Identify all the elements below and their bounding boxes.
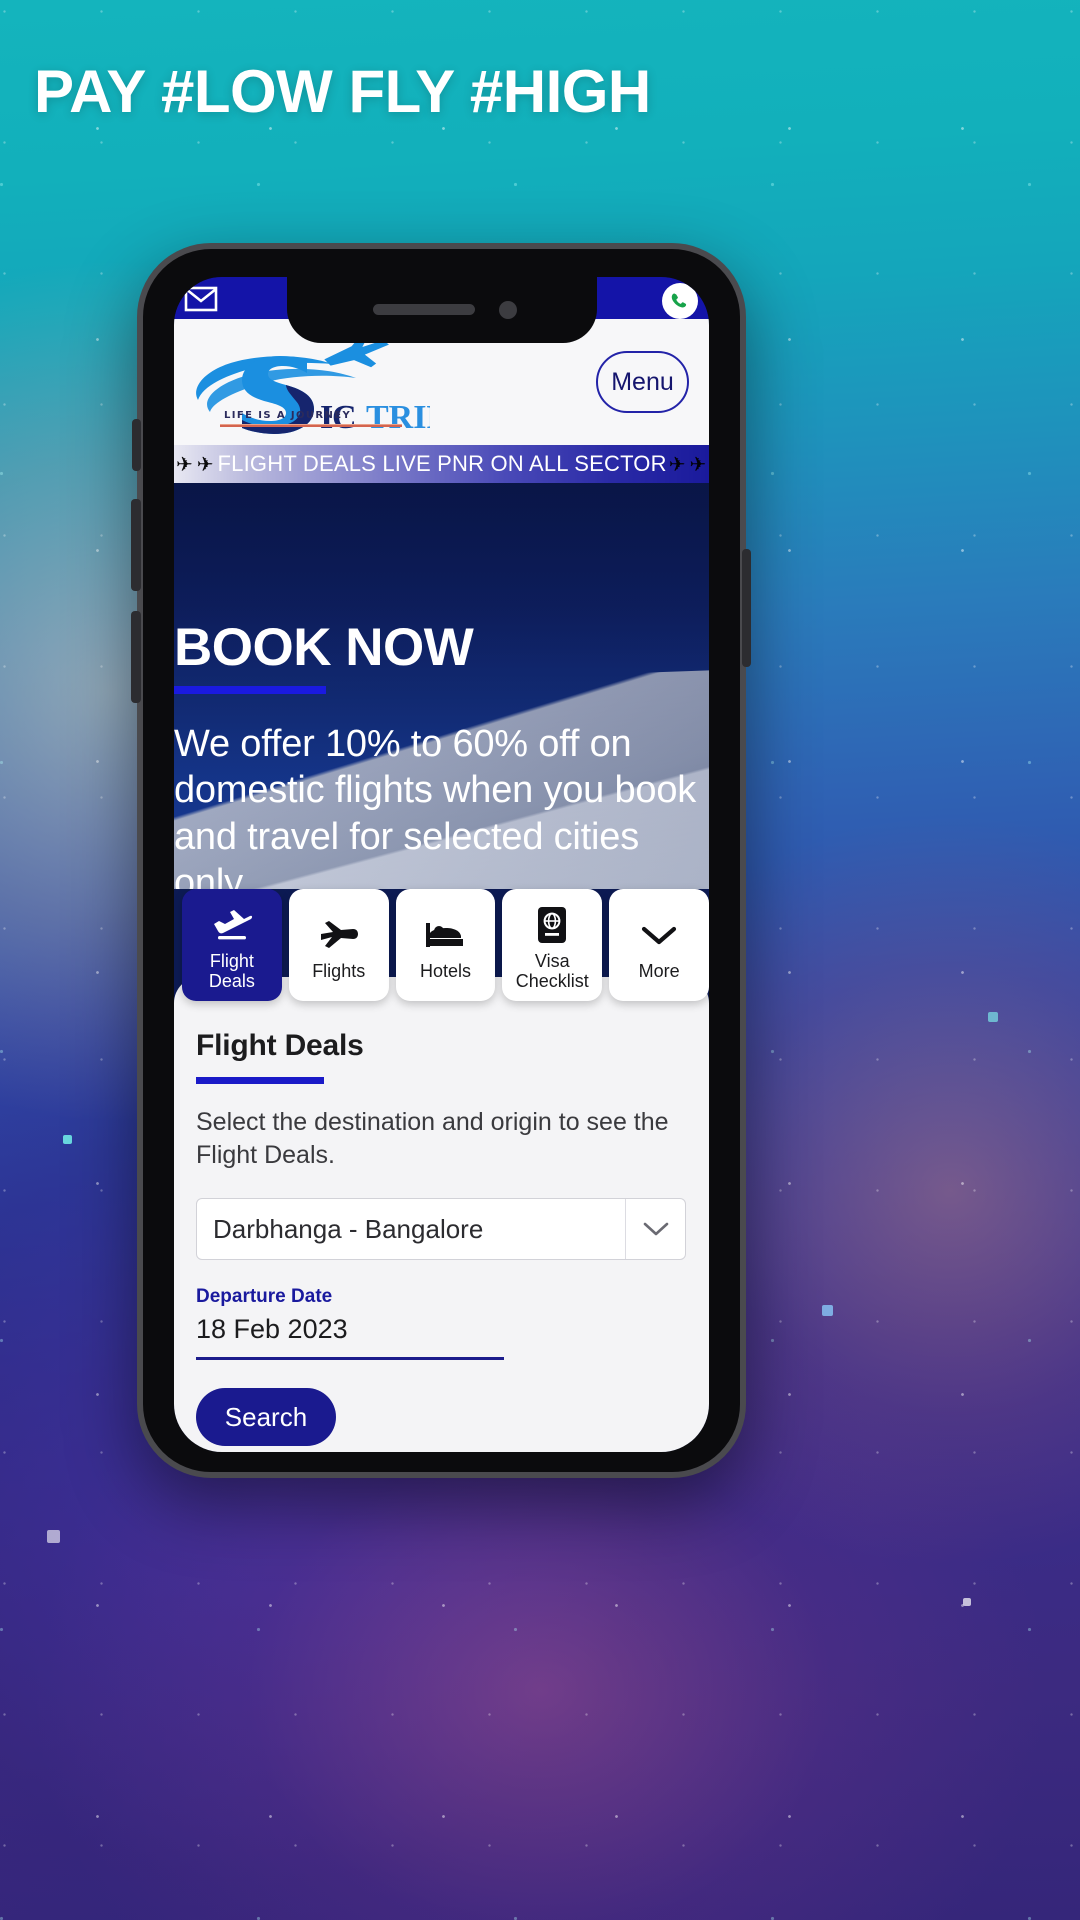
airplane-icon	[319, 915, 359, 955]
mail-icon[interactable]	[184, 285, 218, 318]
whatsapp-icon[interactable]	[661, 282, 699, 325]
logo-tagline: LIFE IS A JOURNEY	[224, 410, 352, 421]
tab-hotels[interactable]: Hotels	[395, 889, 496, 1001]
bed-icon	[424, 915, 466, 955]
tab-label: Visa Checklist	[515, 950, 589, 991]
plane-icon: ✈	[196, 453, 214, 476]
chevron-down-icon[interactable]	[625, 1199, 685, 1259]
hero-title: BOOK NOW	[174, 618, 474, 677]
phone-volume-down-button	[131, 611, 141, 703]
speckle	[963, 1598, 971, 1606]
route-select[interactable]: Darbhanga - Bangalore	[196, 1198, 686, 1260]
tab-label: Hotels	[419, 960, 471, 981]
speckle	[822, 1305, 833, 1316]
tab-flight-deals[interactable]: Flight Deals	[182, 889, 282, 1001]
panel-title: Flight Deals	[196, 1029, 364, 1062]
phone-front-camera	[498, 301, 517, 319]
tab-flights[interactable]: Flights	[288, 889, 389, 1001]
tab-label: Flight Deals	[208, 950, 255, 991]
tab-label: More	[638, 960, 680, 981]
logo-underline	[220, 424, 402, 427]
svg-text:TRIP: TRIP	[366, 399, 430, 436]
promo-marquee: ✈ ✈ FLIGHT DEALS LIVE PNR ON ALL SECTOR …	[174, 445, 709, 483]
panel-title-underline	[196, 1077, 324, 1084]
phone-volume-up-button	[131, 499, 141, 591]
speckle	[47, 1530, 60, 1543]
speckle	[63, 1135, 72, 1144]
phone-mute-switch	[132, 419, 141, 471]
panel-subtitle: Select the destination and origin to see…	[196, 1108, 669, 1169]
phone-mockup: I C TRIP LIFE IS A JOURNEY Menu ✈ ✈ FLIG…	[131, 243, 751, 1478]
hero-section: BOOK NOW We offer 10% to 60% off on dome…	[174, 483, 709, 889]
phone-speaker	[372, 304, 475, 315]
departure-date-label: Departure Date	[196, 1286, 333, 1307]
flight-takeoff-icon	[211, 905, 253, 945]
route-select-value: Darbhanga - Bangalore	[213, 1213, 484, 1244]
tab-visa-checklist[interactable]: Visa Checklist	[502, 889, 603, 1001]
plane-icon: ✈	[176, 453, 193, 476]
chevron-down-icon	[640, 915, 678, 955]
tab-label: Flights	[312, 960, 366, 981]
marquee-text: FLIGHT DEALS LIVE PNR ON ALL SECTOR	[217, 451, 667, 476]
plane-icon: ✈	[689, 453, 707, 476]
flight-deals-panel: Flight Deals Select the destination and …	[174, 977, 709, 1452]
search-button[interactable]: Search	[196, 1388, 336, 1446]
hero-body: We offer 10% to 60% off on domestic flig…	[174, 723, 697, 889]
hero-underline	[174, 686, 326, 694]
menu-button[interactable]: Menu	[596, 351, 689, 413]
page-title: PAY #LOW FLY #HIGH	[34, 58, 651, 125]
passport-globe-icon	[536, 905, 568, 945]
service-tabs: Flight Deals Flights Hotels Visa Checkli…	[182, 889, 709, 1001]
phone-power-button	[742, 549, 751, 667]
phone-screen: I C TRIP LIFE IS A JOURNEY Menu ✈ ✈ FLIG…	[174, 277, 709, 1452]
poster-background: PAY #LOW FLY #HIGH I C TRI LIFE IS A JOU…	[0, 0, 1080, 1920]
phone-notch	[286, 277, 597, 343]
departure-date-input[interactable]: 18 Feb 2023	[196, 1314, 504, 1360]
speckle	[988, 1012, 998, 1022]
plane-icon: ✈	[668, 453, 686, 476]
tab-more[interactable]: More	[609, 889, 709, 1001]
